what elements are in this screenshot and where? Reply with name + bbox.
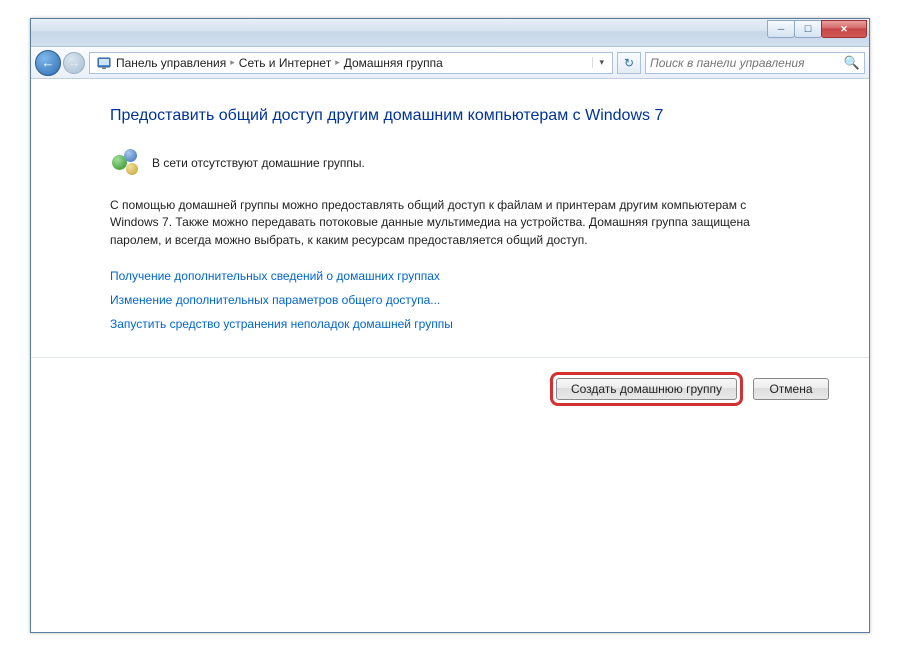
search-icon[interactable]: 🔍 <box>844 55 860 71</box>
description-text: С помощью домашней группы можно предоста… <box>110 197 790 249</box>
breadcrumb-item[interactable]: Сеть и Интернет <box>239 56 331 70</box>
page-title: Предоставить общий доступ другим домашни… <box>110 107 790 125</box>
refresh-button[interactable]: ↻ <box>617 52 641 74</box>
link-advanced-sharing[interactable]: Изменение дополнительных параметров обще… <box>110 293 790 307</box>
highlight-annotation: Создать домашнюю группу <box>550 372 743 406</box>
status-row: В сети отсутствуют домашние группы. <box>110 147 790 179</box>
content-area: Предоставить общий доступ другим домашни… <box>31 79 869 406</box>
cancel-button[interactable]: Отмена <box>753 378 829 400</box>
search-input[interactable] <box>650 56 844 70</box>
close-button[interactable]: ✕ <box>821 20 867 38</box>
maximize-button[interactable]: ☐ <box>794 20 822 38</box>
search-box[interactable]: 🔍 <box>645 52 865 74</box>
control-panel-icon <box>96 55 112 71</box>
breadcrumb-item[interactable]: Панель управления <box>116 56 226 70</box>
breadcrumb-item[interactable]: Домашняя группа <box>344 56 443 70</box>
button-row: Создать домашнюю группу Отмена <box>31 358 869 406</box>
breadcrumb[interactable]: Панель управления ▸ Сеть и Интернет ▸ До… <box>89 52 613 74</box>
titlebar[interactable]: ─ ☐ ✕ <box>31 19 869 47</box>
link-more-info[interactable]: Получение дополнительных сведений о дома… <box>110 269 790 283</box>
breadcrumb-separator-icon[interactable]: ▸ <box>226 57 239 68</box>
back-button[interactable]: ← <box>35 50 61 76</box>
window-controls: ─ ☐ ✕ <box>768 20 867 38</box>
create-homegroup-button[interactable]: Создать домашнюю группу <box>556 378 737 400</box>
breadcrumb-separator-icon[interactable]: ▸ <box>331 57 344 68</box>
status-text: В сети отсутствуют домашние группы. <box>152 156 365 170</box>
homegroup-icon <box>110 147 142 179</box>
minimize-button[interactable]: ─ <box>767 20 795 38</box>
forward-button[interactable]: → <box>63 52 85 74</box>
breadcrumb-dropdown-icon[interactable]: ▾ <box>592 57 610 68</box>
window-frame: ─ ☐ ✕ ← → Панель управления ▸ Сеть и Инт… <box>30 18 870 633</box>
navbar: ← → Панель управления ▸ Сеть и Интернет … <box>31 47 869 79</box>
link-troubleshoot[interactable]: Запустить средство устранения неполадок … <box>110 317 790 331</box>
